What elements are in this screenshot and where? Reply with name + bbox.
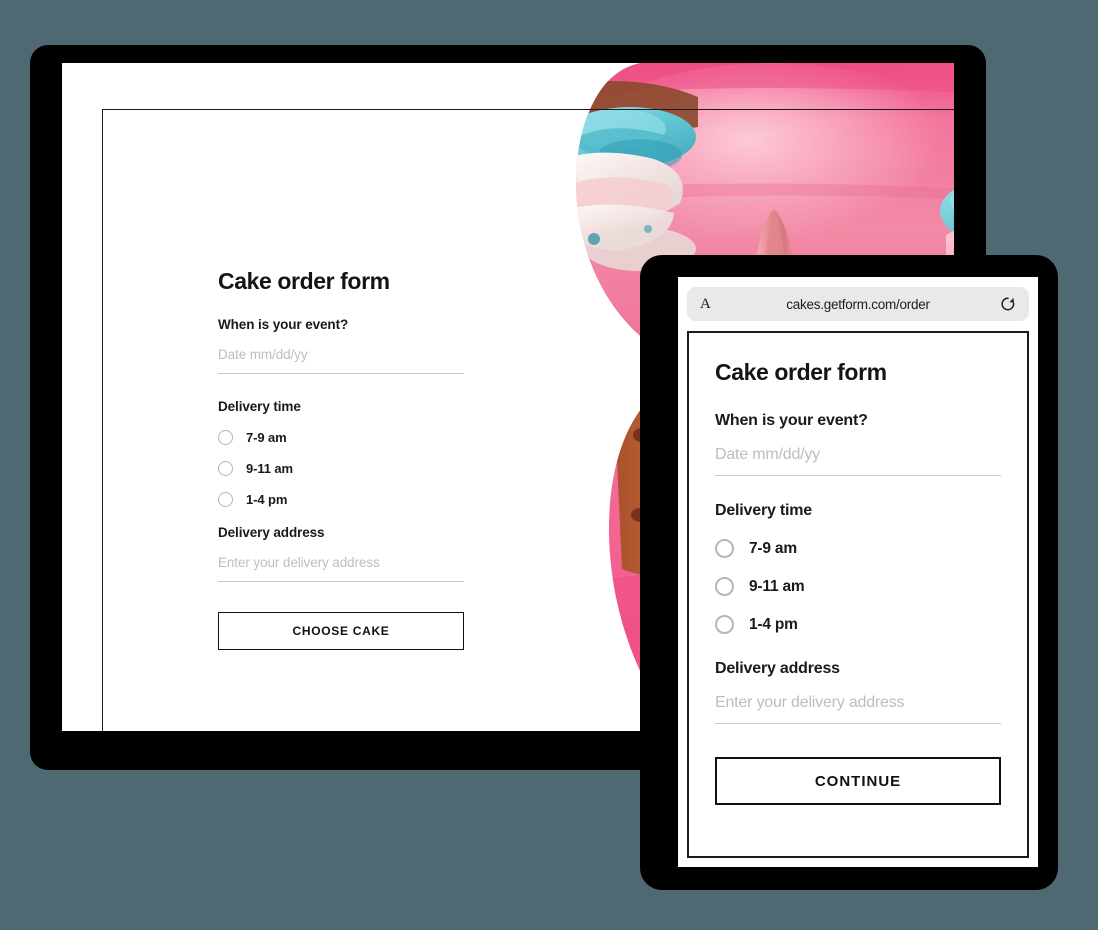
mobile-page-border: Cake order form When is your event? Date… (687, 331, 1029, 858)
refresh-icon[interactable] (1000, 296, 1016, 312)
radio-circle-icon[interactable] (218, 461, 233, 476)
delivery-address-input[interactable]: Enter your delivery address (715, 694, 1001, 724)
mockup-stage: Cake order form When is your event? Date… (0, 0, 1098, 930)
radio-label: 7-9 am (246, 430, 287, 445)
event-date-placeholder: Date mm/dd/yy (218, 347, 308, 362)
radio-label: 9-11 am (246, 461, 294, 476)
browser-toolbar: A cakes.getform.com/order (678, 277, 1038, 331)
choose-cake-button[interactable]: CHOOSE CAKE (218, 612, 464, 650)
page-title: Cake order form (715, 359, 887, 385)
radio-circle-icon[interactable] (218, 492, 233, 507)
event-date-input[interactable]: Date mm/dd/yy (715, 446, 1001, 476)
radio-option-9-11am[interactable]: 9-11 am (715, 577, 1001, 596)
tablet-screen: A cakes.getform.com/order Cake order for… (678, 277, 1038, 867)
page-title: Cake order form (218, 268, 390, 294)
radio-circle-icon[interactable] (218, 430, 233, 445)
event-date-placeholder: Date mm/dd/yy (715, 446, 820, 463)
event-date-label: When is your event? (218, 317, 349, 332)
address-bar[interactable]: A cakes.getform.com/order (687, 287, 1029, 321)
radio-option-9-11am[interactable]: 9-11 am (218, 461, 464, 476)
delivery-address-placeholder: Enter your delivery address (715, 694, 905, 711)
delivery-address-label: Delivery address (218, 525, 325, 540)
event-date-input[interactable]: Date mm/dd/yy (218, 346, 464, 374)
event-date-label: When is your event? (715, 412, 868, 429)
url-text: cakes.getform.com/order (786, 296, 930, 312)
radio-circle-icon[interactable] (715, 615, 734, 634)
delivery-time-label: Delivery time (218, 399, 301, 414)
continue-button[interactable]: CONTINUE (715, 757, 1001, 805)
tablet-device-frame: A cakes.getform.com/order Cake order for… (640, 255, 1058, 890)
radio-label: 7-9 am (749, 539, 797, 557)
delivery-address-label: Delivery address (715, 660, 840, 677)
radio-circle-icon[interactable] (715, 577, 734, 596)
radio-label: 1-4 pm (246, 492, 288, 507)
radio-circle-icon[interactable] (715, 539, 734, 558)
radio-label: 1-4 pm (749, 615, 798, 633)
desktop-order-form: Cake order form When is your event? Date… (218, 268, 464, 650)
radio-label: 9-11 am (749, 577, 805, 595)
radio-option-7-9am[interactable]: 7-9 am (218, 430, 464, 445)
delivery-address-input[interactable]: Enter your delivery address (218, 554, 464, 582)
radio-option-1-4pm[interactable]: 1-4 pm (218, 492, 464, 507)
radio-option-7-9am[interactable]: 7-9 am (715, 539, 1001, 558)
radio-option-1-4pm[interactable]: 1-4 pm (715, 615, 1001, 634)
delivery-address-placeholder: Enter your delivery address (218, 555, 380, 570)
delivery-time-label: Delivery time (715, 502, 813, 519)
